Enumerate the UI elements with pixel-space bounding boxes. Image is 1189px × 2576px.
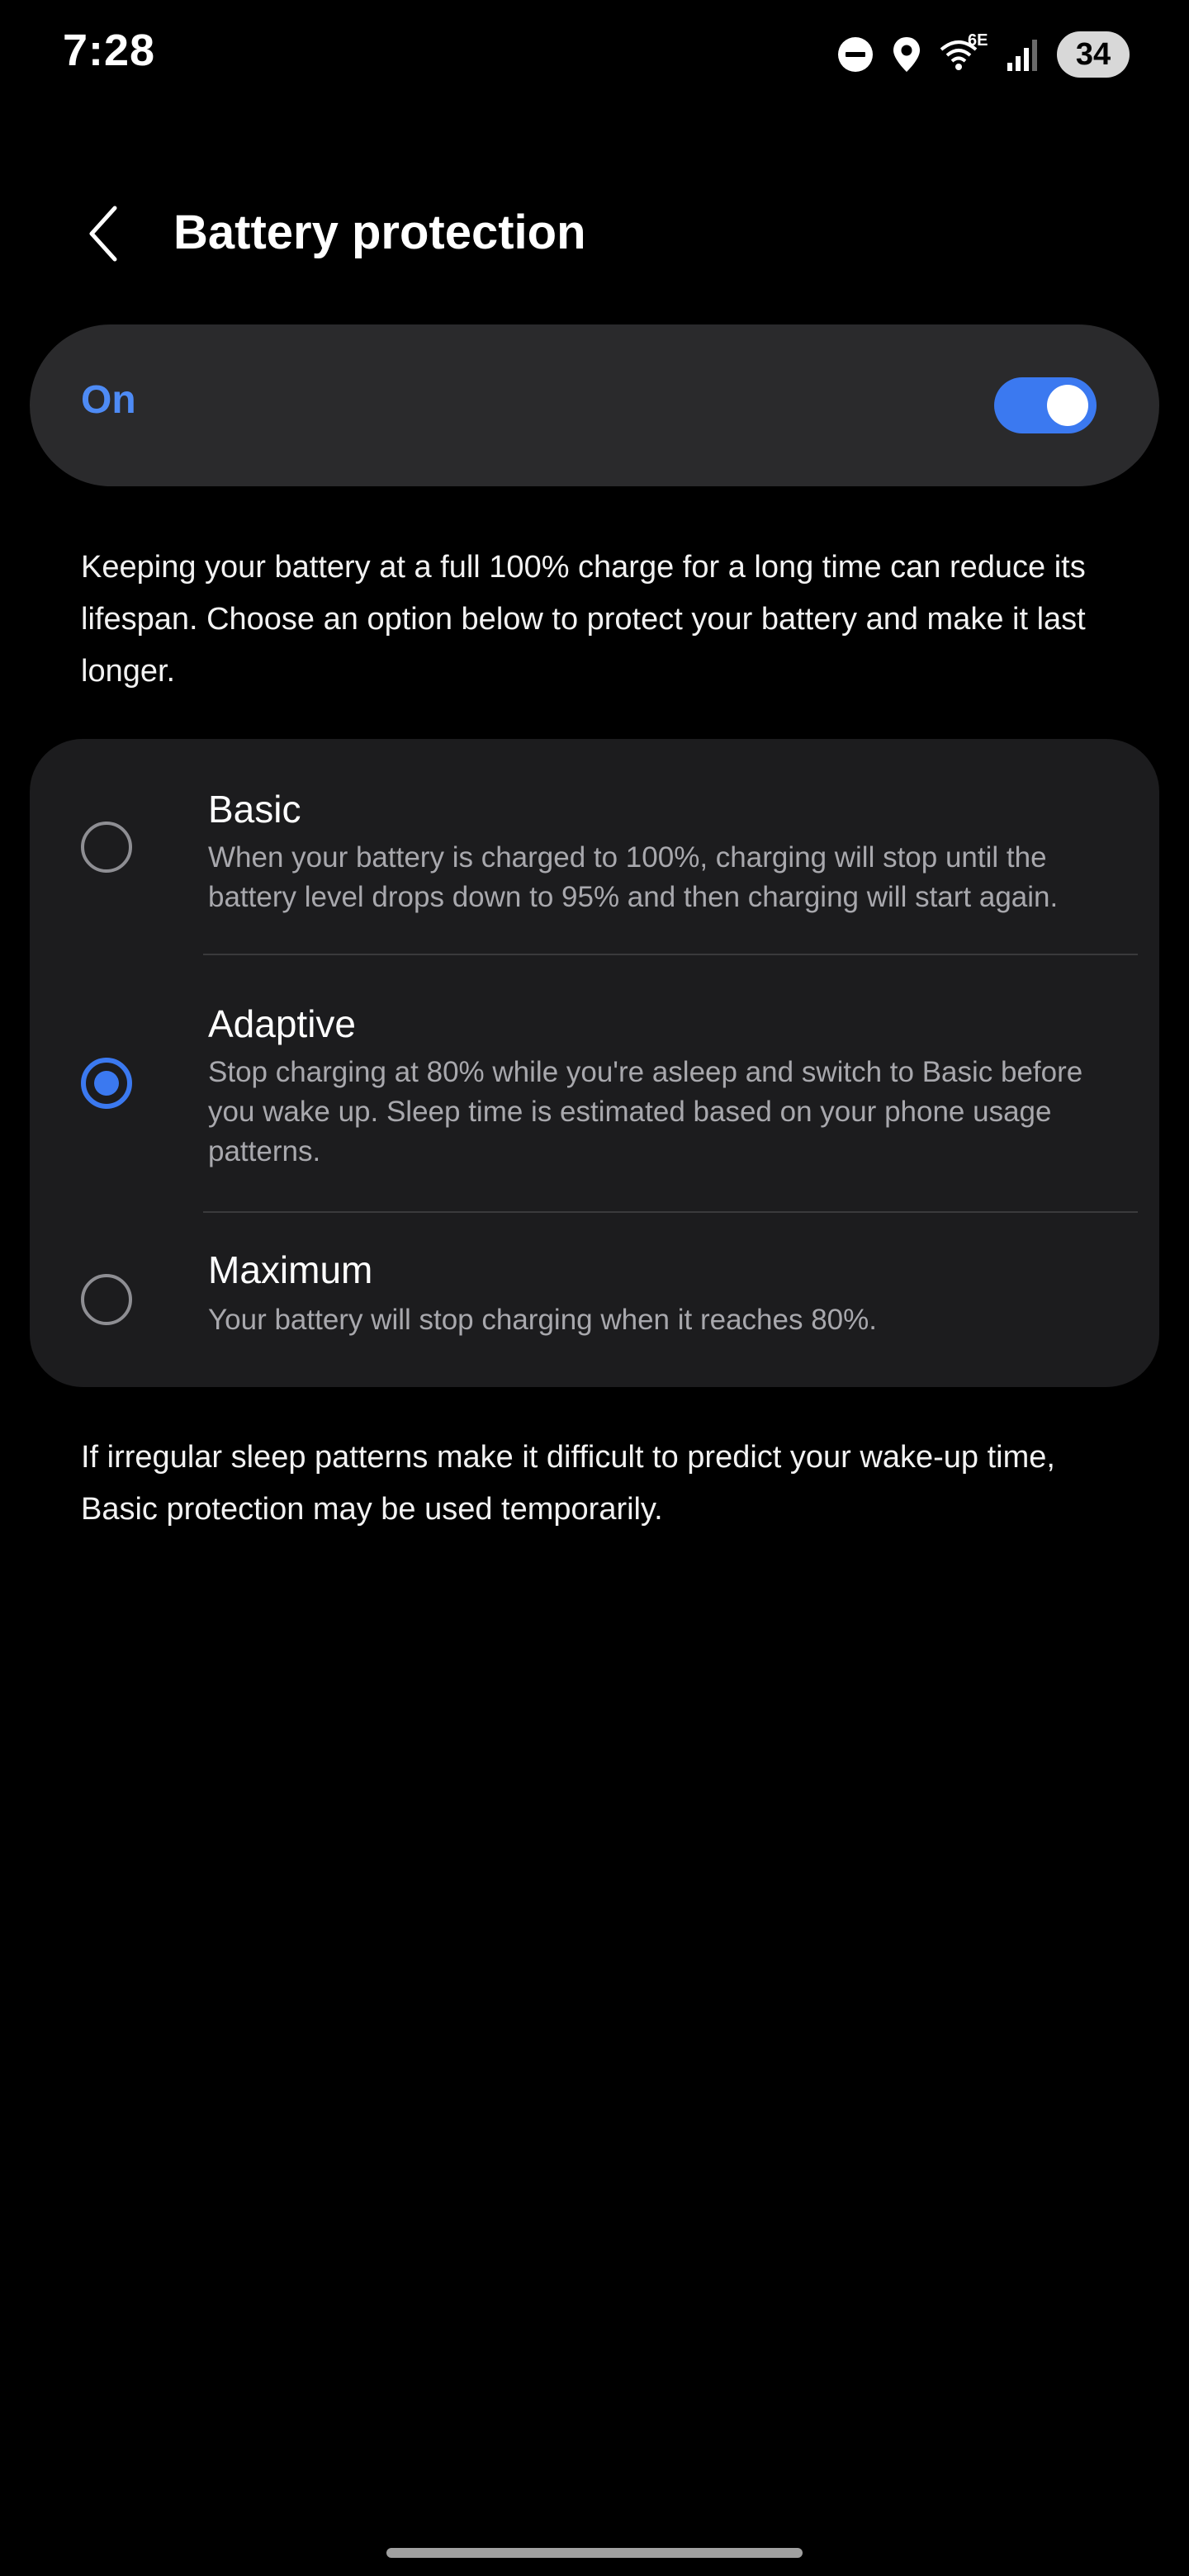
master-toggle-switch[interactable] [994,377,1097,433]
option-title: Adaptive [208,1002,357,1045]
chevron-left-icon [87,205,120,267]
status-time: 7:28 [63,26,156,75]
radio-basic[interactable] [81,822,132,873]
radio-adaptive[interactable] [81,1058,132,1109]
status-bar: 7:28 6E 34 [0,0,1189,107]
option-title: Basic [208,788,301,831]
battery-icon: 34 [1057,31,1130,78]
page-title: Battery protection [173,206,586,259]
do-not-disturb-icon [837,36,874,73]
radio-selected-dot [94,1071,119,1096]
radio-maximum[interactable] [81,1274,132,1325]
option-title: Maximum [208,1248,373,1291]
home-indicator[interactable] [386,2548,803,2558]
location-icon [892,36,921,73]
option-description: Your battery will stop charging when it … [208,1304,877,1336]
toggle-label: On [81,378,136,422]
master-toggle-row[interactable]: On [30,324,1159,486]
app-header: Battery protection [0,182,1189,289]
protection-options-card: Basic When your battery is charged to 10… [30,739,1159,1387]
wifi-band-label: 6E [968,31,988,50]
option-description: When your battery is charged to 100%, ch… [208,841,1059,913]
option-basic[interactable]: Basic When your battery is charged to 10… [30,739,1159,954]
wifi-6e-icon: 6E [940,31,988,74]
option-description: Stop charging at 80% while you're asleep… [208,1056,1083,1167]
option-maximum[interactable]: Maximum Your battery will stop charging … [30,1213,1159,1387]
switch-knob [1047,385,1088,426]
footnote-text: If irregular sleep patterns make it diff… [81,1440,1055,1527]
cellular-signal-icon [1006,36,1039,73]
option-adaptive[interactable]: Adaptive Stop charging at 80% while you'… [30,955,1159,1210]
back-button[interactable] [66,198,140,272]
description-text: Keeping your battery at a full 100% char… [81,550,1086,689]
status-icons: 6E 34 [837,30,1130,79]
